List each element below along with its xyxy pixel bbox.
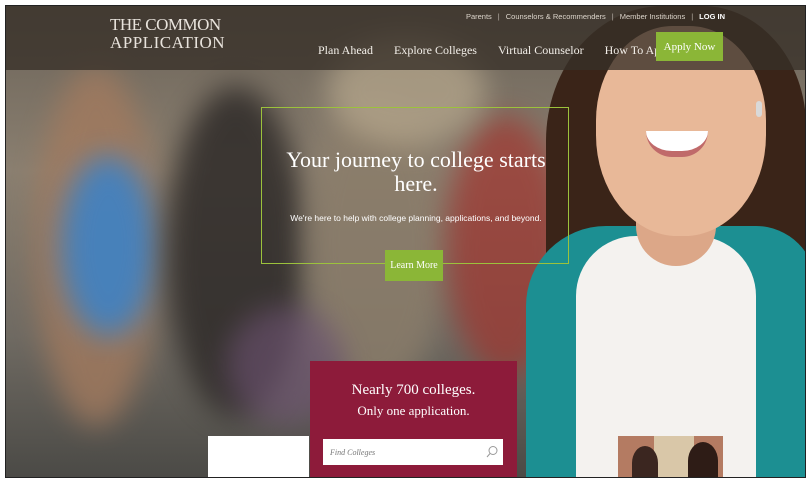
nav-plan-ahead[interactable]: Plan Ahead: [318, 43, 373, 58]
utility-link-counselors[interactable]: Counselors & Recommenders: [506, 12, 606, 21]
learn-more-button[interactable]: Learn More: [385, 250, 443, 281]
browser-viewport: THE COMMON APPLICATION Parents | Counsel…: [5, 5, 806, 478]
site-header: THE COMMON APPLICATION Parents | Counsel…: [6, 6, 805, 70]
main-nav: Plan Ahead Explore Colleges Virtual Coun…: [318, 43, 676, 58]
apply-now-button[interactable]: Apply Now: [656, 32, 723, 61]
search-icon[interactable]: [485, 445, 499, 459]
utility-link-members[interactable]: Member Institutions: [620, 12, 685, 21]
utility-link-parents[interactable]: Parents: [466, 12, 492, 21]
student-thumbnail-image[interactable]: [618, 436, 723, 477]
panel-headline: Nearly 700 colleges.: [351, 382, 476, 398]
find-colleges-search: [323, 439, 503, 465]
login-link[interactable]: LOG IN: [699, 12, 725, 21]
nav-virtual-counselor[interactable]: Virtual Counselor: [498, 43, 584, 58]
hero-title: Your journey to college starts here.: [286, 147, 546, 196]
divider: |: [611, 12, 614, 21]
logo-line-1: THE COMMON: [110, 15, 221, 34]
info-card: [208, 436, 309, 477]
hero-subtitle: We're here to help with college planning…: [290, 213, 542, 223]
nav-explore-colleges[interactable]: Explore Colleges: [394, 43, 477, 58]
find-colleges-input[interactable]: [330, 445, 480, 459]
logo-line-2: APPLICATION: [110, 33, 226, 52]
hero-box: Your journey to college starts here. We'…: [261, 107, 569, 264]
utility-nav: Parents | Counselors & Recommenders | Me…: [466, 12, 725, 21]
panel-subheadline: Only one application.: [357, 403, 470, 418]
common-app-logo[interactable]: THE COMMON APPLICATION: [110, 16, 225, 52]
divider: |: [497, 12, 500, 21]
divider: |: [691, 12, 694, 21]
